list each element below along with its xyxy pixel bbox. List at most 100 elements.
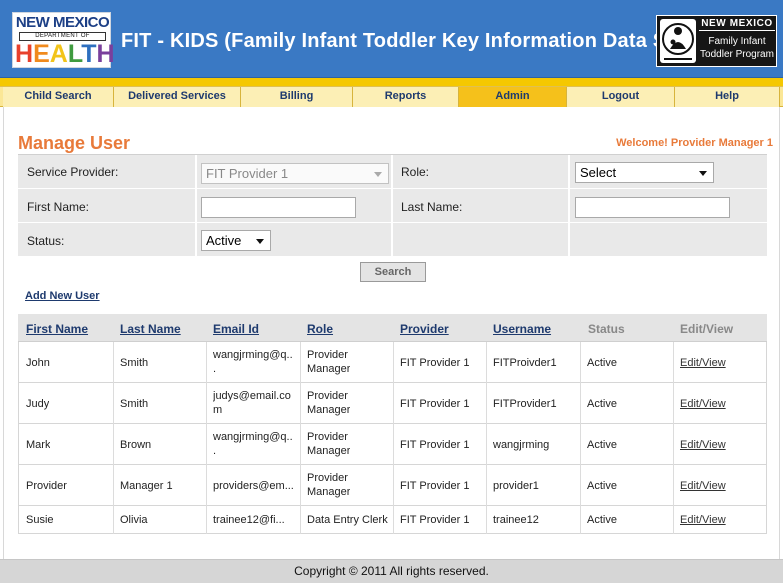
col-divider: [673, 465, 674, 506]
header-edit-view: Edit/View: [680, 322, 734, 336]
edit-view-link[interactable]: Edit/View: [680, 356, 726, 370]
edit-view-link[interactable]: Edit/View: [680, 479, 726, 493]
col-divider: [393, 342, 394, 383]
cell-role: Data Entry Clerk: [307, 514, 388, 526]
add-new-user-link[interactable]: Add New User: [25, 290, 100, 302]
table-row: John Smith wangjrming@q.. . Provider Man…: [18, 342, 767, 383]
cell-status: Active: [587, 480, 617, 492]
nav-child-search[interactable]: Child Search: [3, 87, 114, 107]
cell-provider: FIT Provider 1: [400, 398, 470, 410]
col-divider: [393, 465, 394, 506]
col-divider: [580, 424, 581, 465]
cell-username: provider1: [493, 480, 539, 492]
role-value: Select: [580, 165, 617, 180]
col-divider: [206, 342, 207, 383]
col-divider: [673, 383, 674, 424]
copyright-text: Copyright © 2011 All rights reserved.: [294, 564, 489, 578]
cell-first-name: Judy: [26, 398, 50, 410]
col-divider: [580, 383, 581, 424]
cell-email: trainee12@fi...: [213, 514, 285, 526]
last-name-input[interactable]: [575, 197, 730, 218]
table-row: Provider Manager 1 providers@em... Provi…: [18, 465, 767, 506]
cell-last-name: Smith: [120, 357, 149, 369]
header-email[interactable]: Email Id: [213, 322, 259, 336]
welcome-message: Welcome! Provider Manager 1: [616, 137, 773, 149]
col-divider: [300, 465, 301, 506]
edit-view-link[interactable]: Edit/View: [680, 397, 726, 411]
header-status: Status: [588, 322, 625, 336]
page-title: Manage User: [18, 133, 131, 153]
service-provider-value: FIT Provider 1: [206, 166, 289, 181]
search-button[interactable]: Search: [360, 262, 426, 282]
col-divider: [300, 342, 301, 383]
first-name-input[interactable]: [201, 197, 356, 218]
col-divider: [393, 506, 394, 534]
page-border-left: [3, 107, 4, 559]
fit-logo-line2: Family Infant: [708, 36, 766, 47]
nav-delivered-services[interactable]: Delivered Services: [114, 87, 241, 107]
cell-last-name: Olivia: [120, 514, 148, 526]
col-divider: [580, 465, 581, 506]
header-last-name[interactable]: Last Name: [120, 322, 181, 336]
col-divider: [580, 342, 581, 383]
search-form: Service Provider: FIT Provider 1 Role: S…: [18, 154, 767, 257]
cell-role-cont: Manager: [307, 445, 351, 457]
header-role[interactable]: Role: [307, 322, 333, 336]
cell-status: Active: [587, 357, 617, 369]
col-divider: [486, 383, 487, 424]
cell-email-cont: .: [213, 445, 217, 457]
cell-status: Active: [587, 439, 617, 451]
col-divider: [113, 465, 114, 506]
edit-view-link[interactable]: Edit/View: [680, 513, 726, 527]
col-divider: [300, 424, 301, 465]
nav-logout[interactable]: Logout: [567, 87, 675, 107]
cell-email: wangjrming@q..: [213, 349, 293, 361]
nav-billing[interactable]: Billing: [241, 87, 353, 107]
cell-role-cont: Manager: [307, 363, 351, 375]
cell-provider: FIT Provider 1: [400, 357, 470, 369]
form-col-divider: [568, 155, 570, 257]
logo-nm-text: NEW MEXICO: [15, 14, 110, 31]
table-row: Susie Olivia trainee12@fi... Data Entry …: [18, 506, 767, 534]
nav-help[interactable]: Help: [675, 87, 780, 107]
col-divider: [673, 424, 674, 465]
col-divider: [580, 506, 581, 534]
col-divider: [113, 506, 114, 534]
status-label: Status:: [27, 234, 65, 248]
cell-role: Provider: [307, 431, 348, 443]
cell-provider: FIT Provider 1: [400, 480, 470, 492]
edit-view-link[interactable]: Edit/View: [680, 438, 726, 452]
app-title: FIT - KIDS (Family Infant Toddler Key In…: [121, 30, 732, 52]
nav-reports[interactable]: Reports: [353, 87, 459, 107]
fit-logo-line1: NEW MEXICO: [699, 18, 775, 31]
cell-provider: FIT Provider 1: [400, 439, 470, 451]
col-divider: [300, 506, 301, 534]
cell-first-name: Susie: [26, 514, 54, 526]
col-divider: [300, 383, 301, 424]
header-first-name[interactable]: First Name: [26, 322, 88, 336]
col-divider: [393, 424, 394, 465]
page-border-right: [779, 107, 780, 559]
cell-username: trainee12: [493, 514, 539, 526]
role-label: Role:: [401, 165, 430, 179]
fit-logo-line3: Toddler Program: [700, 49, 774, 60]
status-select[interactable]: Active: [201, 230, 271, 251]
header-divider: [0, 78, 783, 86]
cell-email-cont: m: [213, 404, 223, 416]
service-provider-select[interactable]: FIT Provider 1: [201, 163, 389, 184]
col-divider: [486, 465, 487, 506]
header-provider[interactable]: Provider: [400, 322, 449, 336]
cell-role: Provider: [307, 349, 348, 361]
col-divider: [486, 342, 487, 383]
col-divider: [486, 424, 487, 465]
cell-username: FITProivder1: [493, 357, 557, 369]
main-nav: Child Search Delivered Services Billing …: [0, 86, 783, 107]
nav-admin[interactable]: Admin: [459, 87, 567, 107]
col-divider: [486, 506, 487, 534]
cell-provider: FIT Provider 1: [400, 514, 470, 526]
col-divider: [206, 506, 207, 534]
cell-email: wangjrming@q..: [213, 431, 293, 443]
role-select[interactable]: Select: [575, 162, 714, 183]
col-divider: [206, 465, 207, 506]
header-username[interactable]: Username: [493, 322, 551, 336]
